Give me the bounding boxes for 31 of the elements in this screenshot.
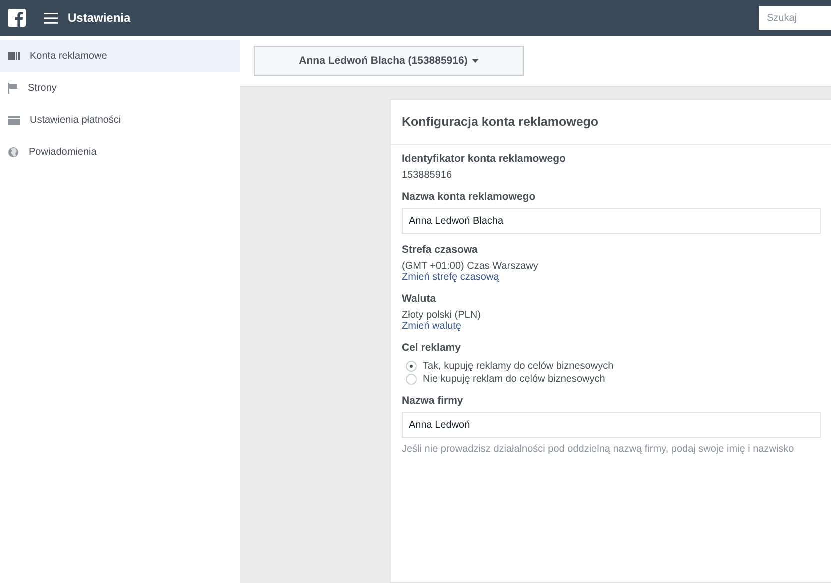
field-label: Nazwa konta reklamowego [402, 191, 537, 203]
sidebar-item[interactable]: Konta reklamowe [0, 40, 240, 72]
caret-icon [472, 59, 479, 63]
change-link[interactable]: Zmień walutę [402, 321, 821, 332]
globe-icon [8, 146, 19, 158]
logo-icon [8, 9, 26, 27]
radio-option[interactable]: Tak, kupuję reklamy do celów biznesowych [402, 361, 821, 372]
card-title: Konfiguracja konta reklamowego [391, 100, 831, 145]
hint-text: Jeśli nie prowadzisz działalności pod oddzielną nazwą firmy, podaj swoje imię i nazwisko [402, 443, 796, 457]
field-label: Strefa czasowa [402, 244, 479, 256]
sidebar-item[interactable]: Powiadomienia [0, 136, 240, 168]
field-label: Identyfikator konta reklamowego [402, 153, 567, 165]
page-title: Ustawienia [68, 11, 131, 25]
search-field[interactable]: Szukaj [759, 6, 831, 30]
payment-icon [8, 116, 20, 124]
field-value: 153885916 [402, 170, 454, 181]
field-value: (GMT +01:00) Czas Warszawy [402, 261, 540, 272]
change-link[interactable]: Zmień strefę czasową [402, 272, 821, 283]
radio-option[interactable]: Nie kupuję reklam do celów biznesowych [402, 374, 821, 385]
input-field[interactable]: Anna Ledwoń Blacha [402, 208, 821, 234]
field-value: Złoty polski (PLN) [402, 310, 482, 321]
card-icon [8, 51, 20, 61]
sidebar-item[interactable]: Ustawienia płatności [0, 104, 240, 136]
field-label: Cel reklamy [402, 342, 462, 354]
account-selector[interactable]: Anna Ledwoń Blacha (153885916) [254, 46, 524, 76]
menu-icon[interactable] [44, 12, 58, 24]
field-label: Waluta [402, 293, 438, 305]
input-field[interactable]: Anna Ledwoń [402, 412, 821, 438]
flag-icon [8, 82, 18, 94]
sidebar-item[interactable]: Strony [0, 72, 240, 104]
field-label: Nazwa firmy [402, 395, 464, 407]
